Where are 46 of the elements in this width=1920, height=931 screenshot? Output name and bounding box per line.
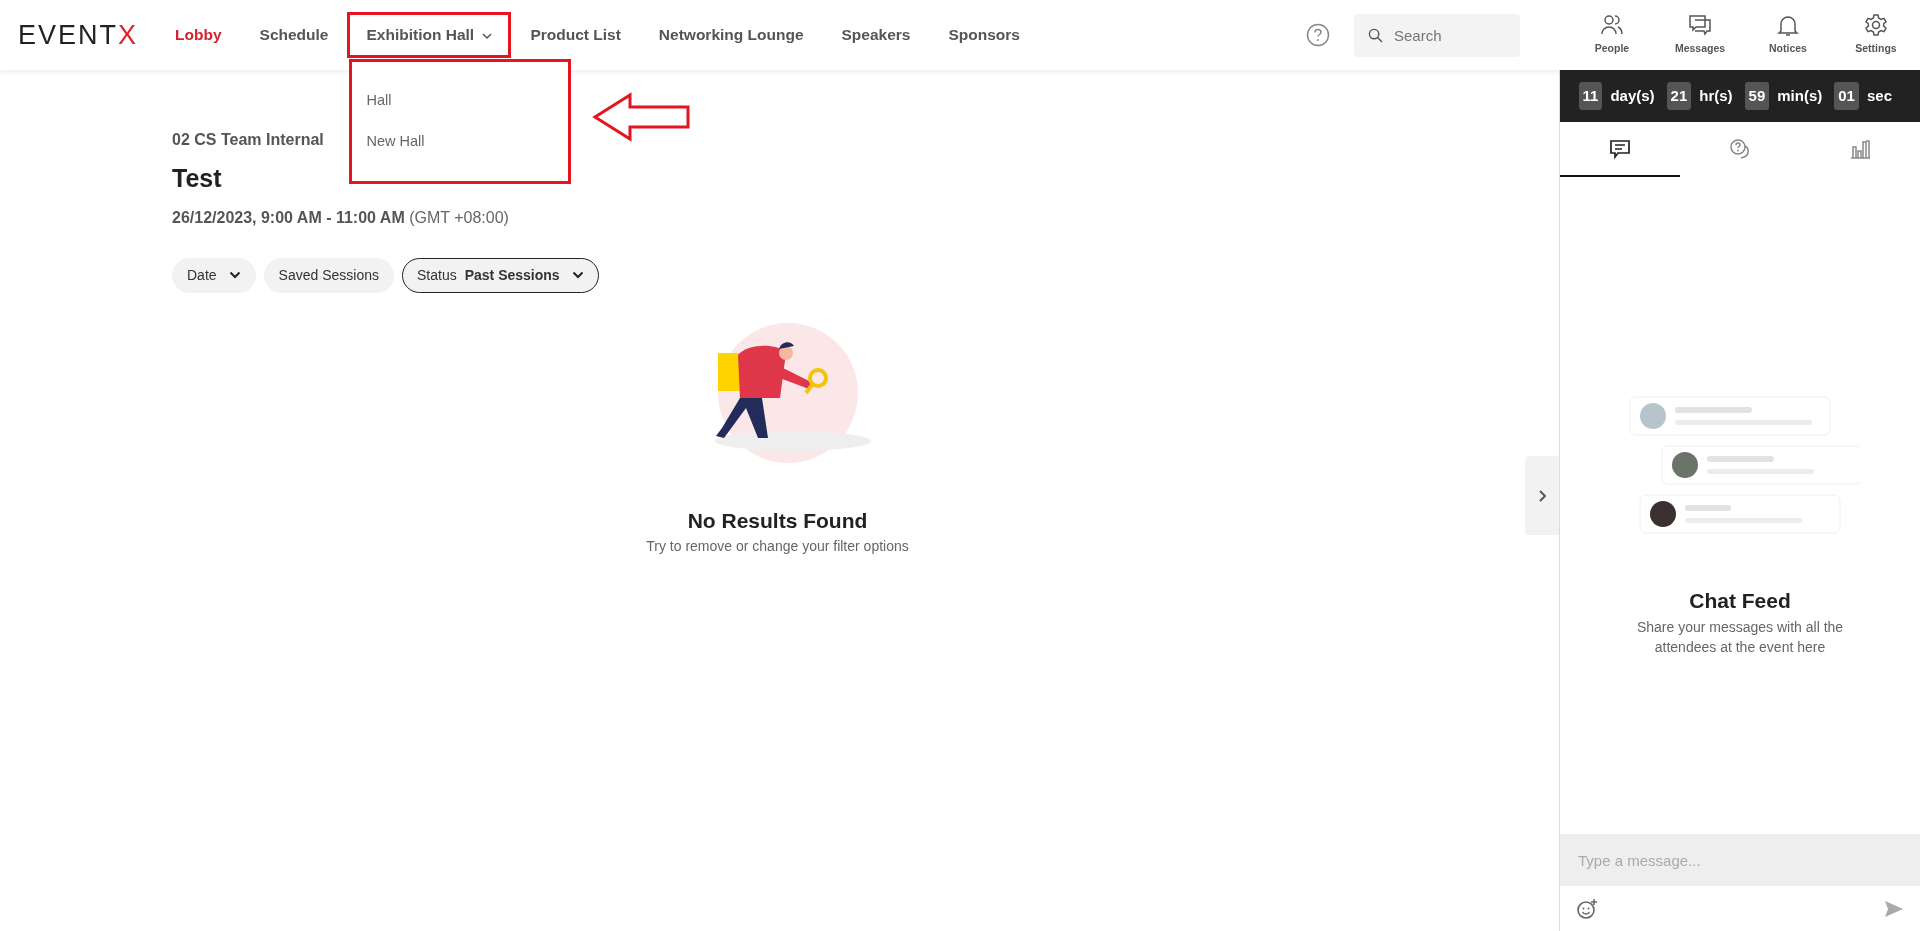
nav-link[interactable]: Speakers — [822, 12, 930, 58]
nav-link[interactable]: Lobby — [156, 12, 241, 58]
chevron-down-icon — [571, 271, 584, 279]
session-time: 26/12/2023, 9:00 AM - 11:00 AM (GMT +08:00) — [172, 207, 510, 228]
empty-state-title: No Results Found — [687, 507, 868, 534]
chevron-down-icon — [228, 271, 241, 279]
nav-link[interactable]: Schedule — [240, 12, 348, 58]
chat-bubbles-icon — [1688, 13, 1712, 38]
filter-button[interactable]: Status Past Sessions — [402, 257, 599, 293]
settings-icon — [1864, 13, 1888, 38]
send-icon[interactable] — [1884, 899, 1904, 918]
empty-state-message: Try to remove or change your filter options — [646, 537, 909, 556]
search-icon — [1368, 27, 1383, 43]
countdown-number: 59 — [1744, 81, 1770, 111]
countdown-unit: hr(s) — [1699, 85, 1733, 106]
nav-link[interactable]: Exhibition Hall — [347, 12, 512, 58]
nav-link[interactable]: Product List — [511, 12, 640, 58]
countdown-number: 11 — [1578, 81, 1603, 111]
countdown-number: 01 — [1834, 81, 1859, 111]
countdown-unit: min(s) — [1777, 85, 1823, 106]
countdown-unit: day(s) — [1610, 85, 1655, 106]
chat-feed-title: Chat Feed — [1689, 588, 1791, 614]
nav-link[interactable]: Sponsors — [929, 12, 1039, 58]
nav-link[interactable]: Networking Lounge — [639, 12, 823, 58]
countdown-unit: sec — [1866, 85, 1892, 106]
messages-button[interactable]: Messages — [1656, 12, 1744, 58]
people-button[interactable]: People — [1568, 12, 1656, 58]
settings-button[interactable]: Settings — [1832, 12, 1920, 58]
chevron-right-icon — [1537, 488, 1547, 503]
event-name: 02 CS Team Internal — [172, 130, 324, 150]
message-field[interactable]: Type a message... — [1560, 834, 1920, 886]
caret-icon — [482, 32, 493, 41]
logo: EVENTX — [18, 18, 139, 52]
countdown-number: 21 — [1666, 81, 1692, 111]
question-bubbles-icon — [1728, 136, 1752, 161]
notices-button[interactable]: Notices — [1744, 12, 1832, 58]
menu-item[interactable]: New Hall — [352, 121, 439, 164]
filter-button[interactable]: Saved Sessions — [263, 257, 394, 293]
search-field[interactable]: Search — [1354, 13, 1520, 57]
filter-button[interactable]: Date — [172, 257, 256, 293]
menu-item[interactable]: Hall — [352, 79, 406, 122]
help-icon[interactable] — [1306, 23, 1330, 47]
chat-feed-description: Share your messages with all the attendees at the event here — [1635, 617, 1845, 657]
session-title: Test — [172, 163, 223, 194]
emoji-add-icon[interactable] — [1576, 897, 1598, 920]
bell-icon — [1776, 13, 1800, 38]
